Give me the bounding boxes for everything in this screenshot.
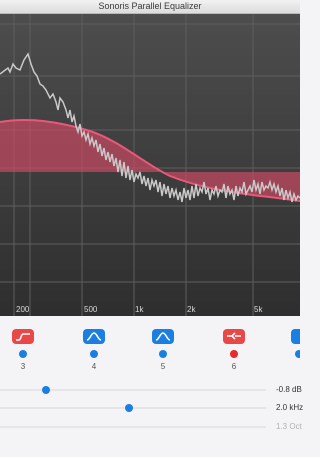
gain-slider-row: -0.8 dB [0, 383, 302, 397]
band-7-enable-toggle[interactable] [295, 350, 300, 358]
freq-label-500: 500 [84, 305, 98, 314]
freq-label-1k: 1k [135, 305, 144, 314]
band-controls: 3 4 5 6 -0.8 dB 2.0 kHz 1.3 Oct [0, 316, 303, 457]
band-4-number: 4 [91, 362, 97, 371]
band-6: 6 [223, 329, 245, 371]
gain-slider-track[interactable] [0, 389, 266, 391]
bell-filter-icon [155, 332, 171, 341]
band-5-enable-toggle[interactable] [159, 350, 167, 358]
band-6-filter-type-button[interactable] [223, 329, 245, 344]
band-6-number: 6 [231, 362, 237, 371]
bandwidth-value[interactable]: 1.3 Oct [276, 422, 302, 431]
freq-label-2k: 2k [187, 305, 196, 314]
band-4-filter-type-button[interactable] [83, 329, 105, 344]
band-5-filter-type-button[interactable] [152, 329, 174, 344]
window-title: Sonoris Parallel Equalizer [98, 1, 202, 11]
bell-filter-icon [86, 332, 102, 341]
frequency-slider-knob[interactable] [125, 404, 133, 412]
band-4: 4 [83, 329, 105, 371]
band-6-enable-toggle[interactable] [230, 350, 238, 358]
band-4-enable-toggle[interactable] [90, 350, 98, 358]
band-3-number: 3 [20, 362, 26, 371]
band-5-number: 5 [160, 362, 166, 371]
bandwidth-slider-row: 1.3 Oct [0, 420, 302, 434]
notch-filter-icon [227, 332, 241, 340]
freq-label-200: 200 [16, 305, 30, 314]
band-7-filter-type-button[interactable] [291, 329, 300, 344]
frequency-slider-track[interactable] [0, 407, 266, 409]
title-bar: Sonoris Parallel Equalizer [0, 0, 300, 14]
gain-value[interactable]: -0.8 dB [276, 385, 302, 394]
eq-graph[interactable]: 200 500 1k 2k 5k [0, 14, 300, 316]
band-7 [291, 329, 300, 358]
bandwidth-slider-track[interactable] [0, 426, 266, 428]
low-cut-filter-icon [16, 333, 30, 341]
frequency-value[interactable]: 2.0 kHz [276, 403, 303, 412]
gain-slider-knob[interactable] [42, 386, 50, 394]
band-3-filter-type-button[interactable] [12, 329, 34, 344]
band-5: 5 [152, 329, 174, 371]
band-3: 3 [12, 329, 34, 371]
frequency-slider-row: 2.0 kHz [0, 401, 303, 415]
band-3-enable-toggle[interactable] [19, 350, 27, 358]
eq-graph-svg: 200 500 1k 2k 5k [0, 14, 300, 316]
freq-label-5k: 5k [254, 305, 263, 314]
